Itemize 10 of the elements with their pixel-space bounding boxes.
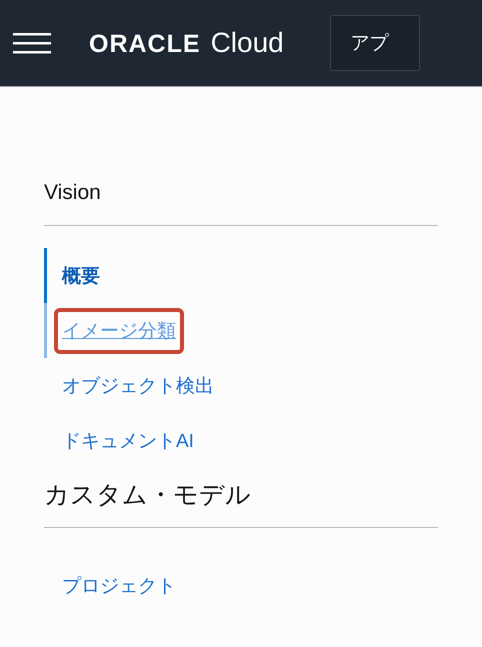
nav-link[interactable]: 概要 bbox=[58, 256, 104, 294]
section-title: カスタム・モデル bbox=[44, 480, 252, 511]
nav-link[interactable]: オブジェクト検出 bbox=[58, 366, 218, 404]
nav-link[interactable]: ドキュメントAI bbox=[58, 422, 198, 460]
menu-icon[interactable] bbox=[13, 32, 51, 54]
nav-link[interactable]: プロジェクト bbox=[58, 566, 180, 604]
header-button[interactable]: アプ bbox=[330, 15, 420, 71]
section-title: Vision bbox=[44, 180, 102, 206]
product-name: Cloud bbox=[210, 27, 284, 59]
brand-logo: ORACLE bbox=[89, 30, 201, 59]
